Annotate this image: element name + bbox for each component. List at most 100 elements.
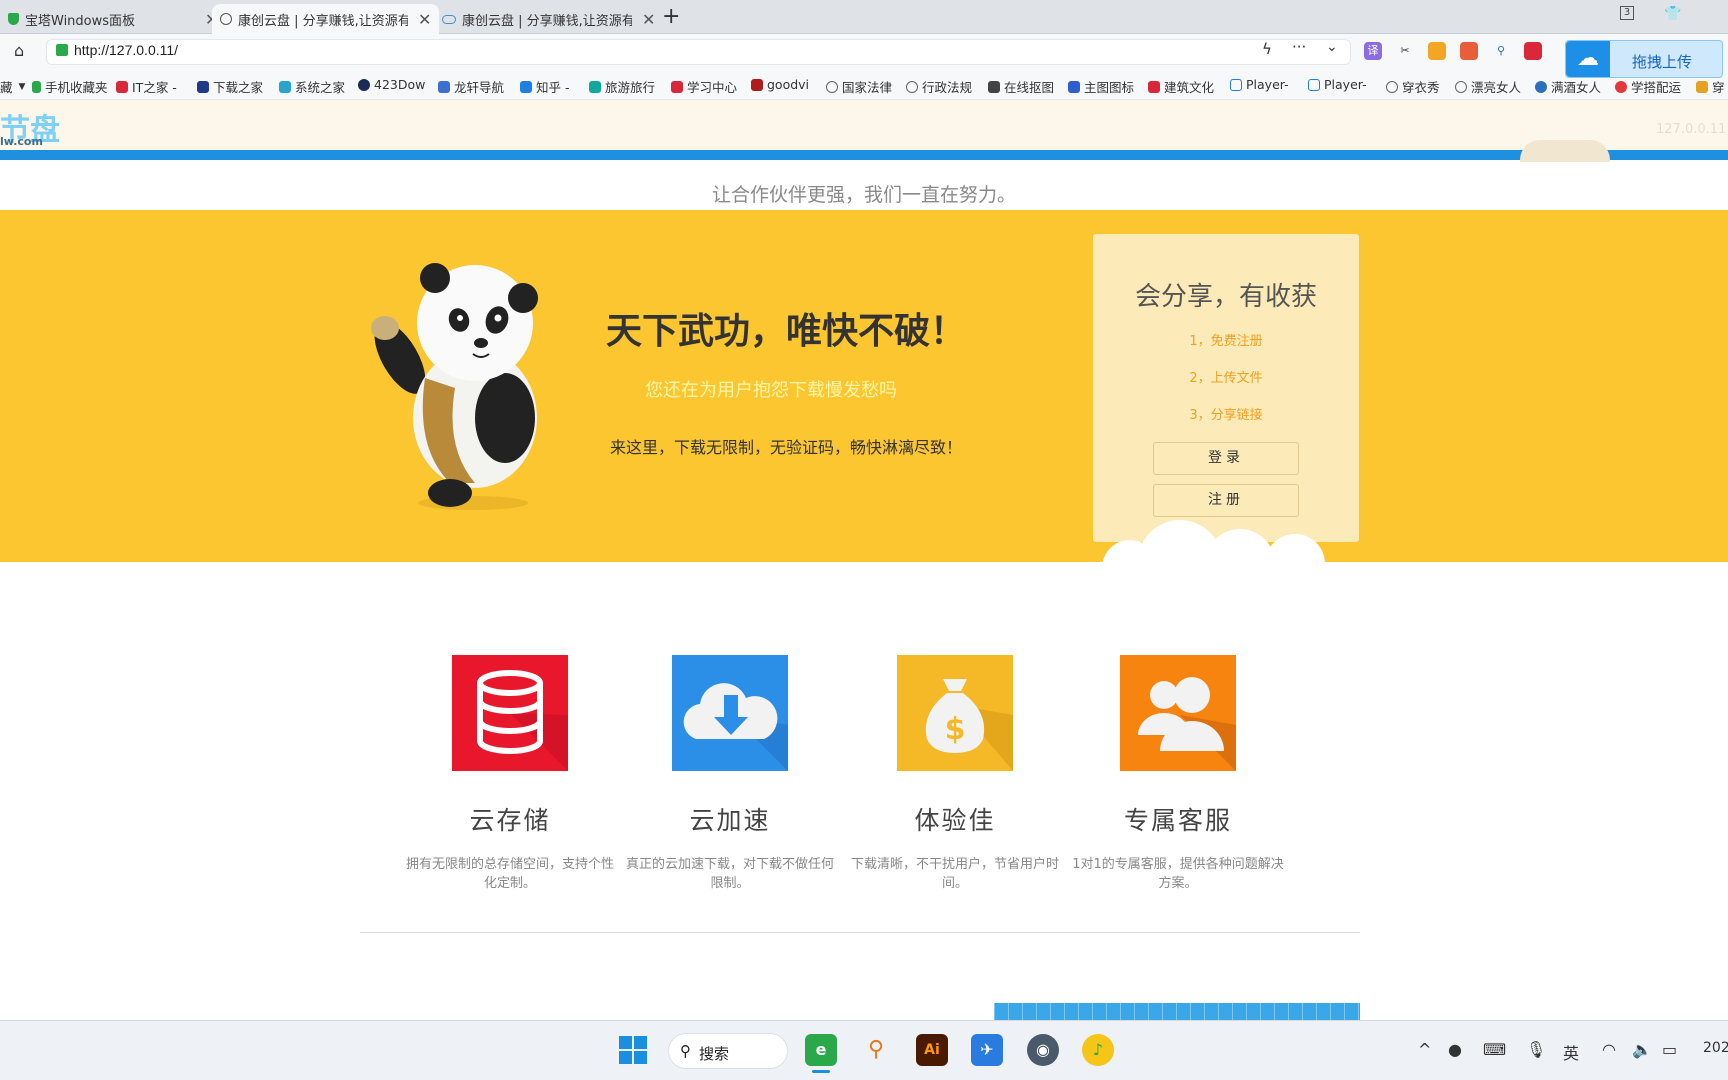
- bookmark-item[interactable]: Player-: [1230, 77, 1289, 92]
- feature-title: 云存储: [469, 806, 551, 835]
- bookmark-item[interactable]: 漂亮女人: [1455, 77, 1521, 96]
- volume-icon[interactable]: 🔈: [1632, 1040, 1652, 1059]
- bookmark-item[interactable]: 满酒女人: [1535, 77, 1601, 96]
- secure-shield-icon: [56, 44, 68, 56]
- bookmark-item[interactable]: 建筑文化: [1148, 77, 1214, 96]
- cloud-decoration: [1102, 520, 1325, 564]
- url-input[interactable]: http://127.0.0.11/: [74, 42, 178, 58]
- music-app-icon[interactable]: ♪: [1082, 1034, 1114, 1066]
- feature-customer-service: 专属客服 1对1的专属客服，提供各种问题解决方案。: [1063, 655, 1293, 893]
- users-icon: [1120, 655, 1236, 771]
- panel-title: 会分享，有收获: [1134, 282, 1317, 312]
- feature-title: 专属客服: [1123, 806, 1232, 835]
- wifi-icon[interactable]: ◠: [1602, 1040, 1616, 1059]
- search-app-icon[interactable]: ⚲: [860, 1034, 892, 1066]
- qq-icon[interactable]: ●: [1448, 1040, 1462, 1059]
- bookmark-item[interactable]: 主图图标: [1068, 77, 1134, 96]
- feature-cloud-acceleration: 云加速 真正的云加速下载，对下载不做任何限制。: [615, 655, 845, 893]
- drag-upload-button[interactable]: ☁ 拖拽上传: [1565, 40, 1723, 78]
- windows-start-icon[interactable]: [619, 1036, 647, 1064]
- chevron-up-icon[interactable]: ^: [1418, 1040, 1431, 1059]
- cloud-icon: [442, 14, 456, 24]
- shirt-icon[interactable]: 👕: [1664, 6, 1681, 22]
- scissors-icon[interactable]: ✂: [1396, 42, 1414, 60]
- globe-icon: [220, 13, 232, 25]
- feature-title: 体验佳: [914, 806, 996, 835]
- step-item: 2，上传文件: [1189, 371, 1263, 386]
- keyboard-icon[interactable]: ⌨: [1483, 1040, 1506, 1059]
- browser-app-icon[interactable]: e: [805, 1034, 837, 1066]
- bookmark-item[interactable]: goodvi: [751, 77, 809, 92]
- bookmark-item[interactable]: 行政法规: [906, 77, 972, 96]
- ime-indicator[interactable]: 英: [1563, 1040, 1579, 1064]
- header-blue-bar: [0, 150, 1728, 160]
- translate-ext-icon[interactable]: 译: [1364, 42, 1382, 60]
- more-icon[interactable]: ···: [1292, 38, 1306, 56]
- bookmark-item[interactable]: 学搭配运: [1615, 77, 1681, 96]
- browser-tab-bar: 宝塔Windows面板 ✕ 康创云盘 | 分享赚钱,让资源有 ✕ 康创云盘 | …: [0, 0, 1728, 34]
- tab-count-badge[interactable]: 3: [1620, 6, 1634, 20]
- tab-kangchuang[interactable]: 康创云盘 | 分享赚钱,让资源有 ✕: [434, 4, 663, 34]
- bookmark-item[interactable]: 系统之家: [279, 77, 345, 96]
- bookmark-item[interactable]: 藏 ▼: [0, 77, 25, 96]
- search-ext-icon[interactable]: ⚲: [1492, 42, 1510, 60]
- taskbar-search[interactable]: ⚲ 搜索: [668, 1033, 788, 1069]
- bookmark-item[interactable]: 穿衣秀: [1386, 77, 1440, 96]
- bookmark-item[interactable]: 龙轩导航: [438, 77, 504, 96]
- bookmark-item[interactable]: 旅游旅行: [589, 77, 655, 96]
- drag-upload-label: 拖拽上传: [1632, 53, 1693, 71]
- clock[interactable]: 202: [1703, 1040, 1728, 1056]
- tab-baota[interactable]: 宝塔Windows面板 ✕: [0, 4, 226, 34]
- illustrator-icon[interactable]: Ai: [916, 1034, 948, 1066]
- header-decoration: [1520, 140, 1610, 162]
- close-icon[interactable]: ✕: [642, 10, 655, 29]
- bookmark-item[interactable]: Player-: [1308, 77, 1367, 92]
- svg-text:$: $: [945, 712, 966, 747]
- feature-description: 1对1的专属客服，提供各种问题解决方案。: [1072, 857, 1284, 891]
- tab-kangchuang-active[interactable]: 康创云盘 | 分享赚钱,让资源有 ✕: [212, 4, 440, 34]
- shield-ext-icon[interactable]: [1428, 42, 1446, 60]
- bookmarks-bar: 藏 ▼ 手机收藏夹 IT之家 - 下载之家 系统之家 423Dow 龙轩导航 知乎…: [0, 68, 1728, 100]
- home-icon[interactable]: ⌂: [14, 41, 24, 60]
- red-ext-icon[interactable]: [1524, 42, 1542, 60]
- bookmark-item[interactable]: 在线抠图: [988, 77, 1054, 96]
- tab-title: 宝塔Windows面板: [25, 13, 136, 29]
- site-header: [0, 100, 1728, 150]
- tagline: 让合作伙伴更强，我们一直在努力。: [711, 184, 1016, 206]
- hero-subheading: 您还在为用户抱怨下载慢发愁吗: [645, 380, 897, 401]
- bookmark-item[interactable]: IT之家 -: [116, 77, 177, 96]
- shield-icon: [8, 13, 19, 25]
- new-tab-button[interactable]: +: [662, 4, 680, 29]
- url-box[interactable]: [46, 39, 1351, 65]
- close-icon[interactable]: ✕: [418, 10, 431, 29]
- feature-description: 拥有无限制的总存储空间，支持个性化定制。: [405, 857, 614, 891]
- active-app-indicator: [812, 1070, 830, 1073]
- microphone-icon[interactable]: 🎙: [1526, 1040, 1546, 1059]
- bookmark-item[interactable]: 穿: [1696, 77, 1725, 96]
- game-ext-icon[interactable]: [1460, 42, 1478, 60]
- chevron-down-icon[interactable]: ⌄: [1326, 39, 1338, 55]
- site-logo-domain: lw.com: [0, 135, 43, 148]
- bottom-blue-strip: [994, 1003, 1360, 1021]
- login-button[interactable]: 登录: [1153, 442, 1299, 475]
- lightning-icon[interactable]: ϟ: [1262, 40, 1272, 58]
- bookmark-item[interactable]: 国家法律: [826, 77, 892, 96]
- step-item: 1，免费注册: [1189, 334, 1263, 349]
- money-bag-icon: $: [897, 655, 1013, 771]
- step-item: 3，分享链接: [1189, 408, 1263, 423]
- bookmark-item[interactable]: 下载之家: [197, 77, 263, 96]
- battery-icon[interactable]: ▭: [1662, 1040, 1677, 1059]
- owl-app-icon[interactable]: ◉: [1027, 1034, 1059, 1066]
- feature-title: 云加速: [689, 806, 771, 835]
- bird-app-icon[interactable]: ✈: [971, 1034, 1003, 1066]
- bookmark-item[interactable]: 学习中心: [671, 77, 737, 96]
- bookmark-item[interactable]: 知乎 -: [520, 77, 569, 96]
- taskbar-search-label: 搜索: [699, 1045, 730, 1063]
- search-icon: ⚲: [680, 1042, 691, 1060]
- feature-experience: $ 体验佳 下载清晰，不干扰用户，节省用户时间。: [840, 655, 1070, 893]
- cloud-upload-icon: ☁: [1566, 41, 1610, 77]
- bookmark-item[interactable]: 手机收藏夹: [32, 77, 108, 96]
- section-divider: [360, 932, 1360, 933]
- tab-title: 康创云盘 | 分享赚钱,让资源有: [462, 13, 632, 29]
- bookmark-item[interactable]: 423Dow: [358, 77, 425, 92]
